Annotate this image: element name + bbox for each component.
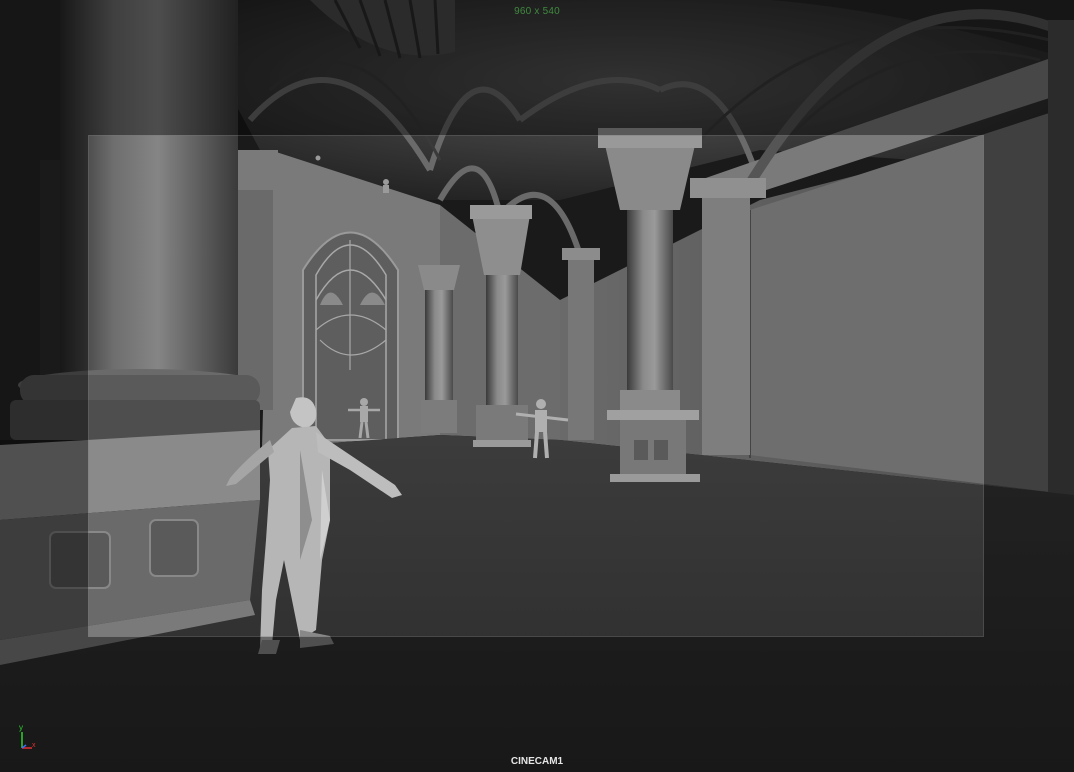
axis-gizmo-icon: y x: [19, 723, 36, 749]
axis-y-label: y: [19, 723, 23, 732]
axis-x-label: x: [32, 742, 36, 749]
pillar-back-left: [232, 150, 278, 410]
resolution-readout: 960 x 540: [514, 6, 560, 17]
camera-viewport[interactable]: 960 x 540 y x CINECAM1: [0, 0, 1074, 772]
scene-render: [0, 0, 1074, 772]
camera-name-label: CINECAM1: [510, 756, 564, 767]
